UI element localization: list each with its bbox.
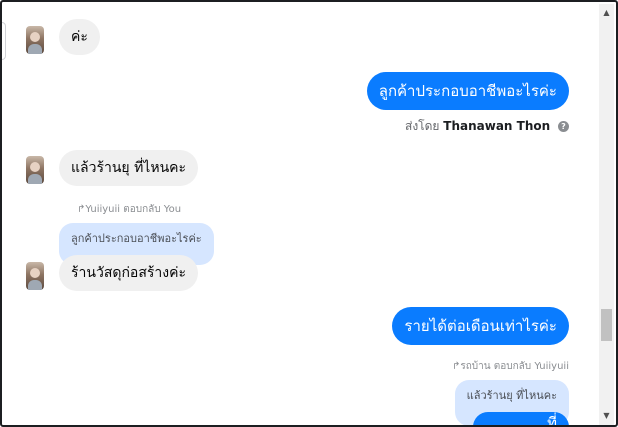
scroll-up-icon[interactable]: ▲ (599, 6, 614, 20)
message-bubble-incoming[interactable]: ร้านวัสดุก่อสร้างค่ะ (59, 255, 198, 291)
sender-name: Thanawan Thon (443, 119, 551, 133)
avatar[interactable] (26, 156, 44, 184)
message-bubble-outgoing[interactable]: ...ที่ (472, 412, 569, 425)
side-panel-tab[interactable] (2, 22, 6, 60)
message-bubble-outgoing[interactable]: ลูกค้าประกอบอาชีพอะไรค่ะ (366, 72, 569, 110)
sent-by-prefix: ส่งโดย (405, 119, 440, 133)
scroll-down-icon[interactable]: ▼ (599, 409, 614, 423)
avatar[interactable] (26, 262, 44, 290)
reply-label: รถบ้าน ตอบกลับ Yuiiyuii (460, 361, 569, 372)
reply-header: ↱Yuiiyuii ตอบกลับ You (77, 202, 181, 217)
message-bubble-incoming[interactable]: แล้วร้านยุ ที่ไหนคะ (59, 150, 199, 186)
chat-window: ค่ะ ลูกค้าประกอบอาชีพอะไรค่ะ ส่งโดย Than… (0, 0, 618, 427)
reply-header: ↱รถบ้าน ตอบกลับ Yuiiyuii (452, 359, 569, 374)
message-bubble-incoming[interactable]: ค่ะ (59, 19, 100, 55)
help-icon[interactable]: ? (558, 121, 569, 132)
avatar[interactable] (26, 26, 44, 54)
sent-by-label: ส่งโดย Thanawan Thon ? (405, 117, 569, 136)
scrollbar[interactable]: ▲ ▼ (599, 4, 614, 425)
message-bubble-outgoing[interactable]: รายได้ต่อเดือนเท่าไรค่ะ (392, 307, 569, 345)
reply-label: Yuiiyuii ตอบกลับ You (85, 204, 182, 215)
scroll-thumb[interactable] (601, 309, 612, 341)
